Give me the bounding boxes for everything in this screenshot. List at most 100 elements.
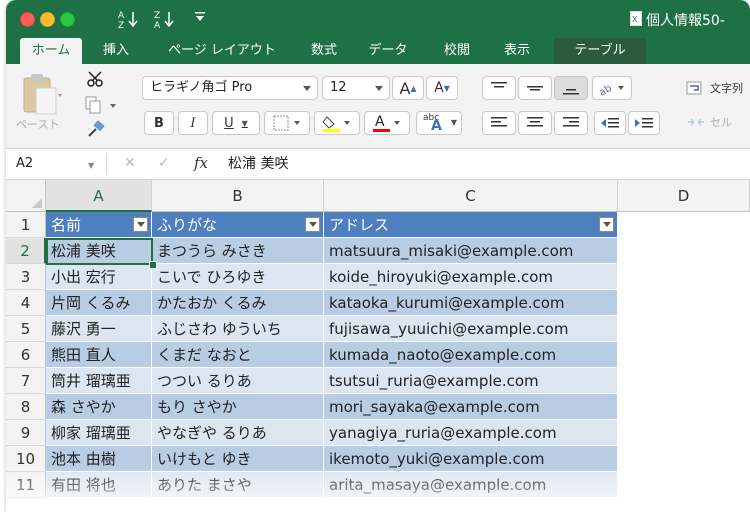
cut-icon[interactable] [86,70,104,88]
wrap-text-icon[interactable] [686,80,706,96]
zoom-window-button[interactable] [60,12,75,27]
shrink-font-button[interactable]: A ▼ [426,76,458,100]
table-cell[interactable]: つつい るりあ [152,368,324,394]
row-header[interactable]: 5 [6,316,46,342]
copy-icon[interactable] [84,96,118,114]
column-header-d[interactable]: D [618,180,750,212]
align-bottom-button[interactable] [554,76,588,100]
table-cell[interactable]: 有田 将也 [46,472,152,498]
table-cell[interactable]: fujisawa_yuuichi@example.com [324,316,618,342]
table-cell[interactable]: 藤沢 勇一 [46,316,152,342]
column-header-c[interactable]: C [324,180,618,212]
table-cell[interactable]: matsuura_misaki@example.com [324,238,618,264]
confirm-icon[interactable]: ✓ [158,155,170,171]
table-cell[interactable]: ありた まさや [152,472,324,498]
table-cell[interactable]: 熊田 直人 [46,342,152,368]
table-cell[interactable]: arita_masaya@example.com [324,472,618,498]
row-header[interactable]: 10 [6,446,46,472]
filter-dropdown-icon[interactable] [599,217,614,232]
align-middle-icon [527,86,543,91]
font-name-select[interactable]: ヒラギノ角ゴ Pro [142,76,318,100]
sort-descending-icon[interactable]: ZA [154,9,176,29]
row-header[interactable]: 4 [6,290,46,316]
table-cell[interactable]: kumada_naoto@example.com [324,342,618,368]
text-effects-button[interactable]: abc A ▼ [416,111,462,135]
align-left-button[interactable] [482,111,516,135]
table-header-cell[interactable]: アドレス [324,212,618,238]
row-header[interactable]: 11 [6,472,46,498]
column-header-a[interactable]: A [46,180,152,212]
svg-text:Z: Z [154,11,160,21]
align-right-button[interactable] [554,111,588,135]
tab-page-layout[interactable]: ページ レイアウト [156,38,288,64]
format-painter-icon[interactable] [86,120,106,140]
tab-insert[interactable]: 挿入 [94,38,138,64]
close-window-button[interactable] [20,12,35,27]
row-header[interactable]: 2 [6,238,46,264]
table-header-cell[interactable]: ふりがな [152,212,324,238]
column-header-b[interactable]: B [152,180,324,212]
cancel-icon[interactable]: ✕ [124,155,136,171]
sort-ascending-icon[interactable]: AZ [118,9,140,29]
table-cell[interactable]: kataoka_kurumi@example.com [324,290,618,316]
table-cell[interactable]: mori_sayaka@example.com [324,394,618,420]
table-cell[interactable]: 森 さやか [46,394,152,420]
font-color-button[interactable]: A [364,111,410,135]
increase-indent-button[interactable] [628,111,660,135]
table-cell[interactable]: koide_hiroyuki@example.com [324,264,618,290]
table-cell[interactable]: yanagiya_ruria@example.com [324,420,618,446]
row-header[interactable]: 8 [6,394,46,420]
chevron-down-icon[interactable]: ▼ [88,161,94,170]
table-cell[interactable]: 池本 由樹 [46,446,152,472]
italic-button[interactable]: I [178,111,208,135]
fill-color-button[interactable] [314,111,360,135]
grow-font-button[interactable]: A ▲ [392,76,424,100]
row-header[interactable]: 7 [6,368,46,394]
table-cell[interactable]: もり さやか [152,394,324,420]
table-cell[interactable]: いけもと ゆき [152,446,324,472]
tab-home[interactable]: ホーム [20,38,82,64]
row-header[interactable]: 6 [6,342,46,368]
table-cell[interactable]: まつうら みさき [152,238,324,264]
table-header-cell[interactable]: 名前 [46,212,152,238]
fill-handle[interactable] [149,261,157,269]
table-cell[interactable]: くまだ なおと [152,342,324,368]
table-cell[interactable]: 柳家 瑠璃亜 [46,420,152,446]
row-header[interactable]: 1 [6,212,46,238]
filter-dropdown-icon[interactable] [305,217,320,232]
row-header[interactable]: 3 [6,264,46,290]
table-cell[interactable]: ikemoto_yuki@example.com [324,446,618,472]
underline-button[interactable]: U ▼ [212,111,260,135]
tab-formulas[interactable]: 数式 [302,38,346,64]
table-cell[interactable]: やなぎや るりあ [152,420,324,446]
align-top-icon [491,82,507,88]
align-top-button[interactable] [482,76,516,100]
wrap-text-label: 文字列 [710,82,743,95]
borders-button[interactable] [264,111,310,135]
tab-review[interactable]: 校閲 [434,38,480,64]
minimize-window-button[interactable] [40,12,55,27]
tab-table[interactable]: テーブル [554,38,646,64]
row-header[interactable]: 9 [6,420,46,446]
align-center-button[interactable] [518,111,552,135]
table-cell[interactable]: かたおか くるみ [152,290,324,316]
table-cell[interactable]: ふじさわ ゆういち [152,316,324,342]
tab-view[interactable]: 表示 [494,38,540,64]
customize-dropdown-icon[interactable] [194,12,206,22]
merge-cells-icon[interactable] [686,114,706,130]
bold-button[interactable]: B [144,111,174,135]
table-cell[interactable]: 小出 宏行 [46,264,152,290]
align-middle-button[interactable] [518,76,552,100]
font-size-select[interactable]: 12 [322,76,390,100]
select-all-button[interactable] [6,180,46,212]
table-cell[interactable]: こいで ひろゆき [152,264,324,290]
tab-data[interactable]: データ [360,38,416,64]
decrease-indent-button[interactable] [594,111,626,135]
table-cell[interactable]: tsutsui_ruria@example.com [324,368,618,394]
filter-dropdown-icon[interactable] [133,217,148,232]
table-cell[interactable]: 片岡 くるみ [46,290,152,316]
insert-function-button[interactable]: fx [194,154,208,172]
formula-input[interactable]: 松浦 美咲 [228,149,288,179]
orientation-button[interactable]: ab [592,76,632,100]
table-cell[interactable]: 筒井 瑠璃亜 [46,368,152,394]
